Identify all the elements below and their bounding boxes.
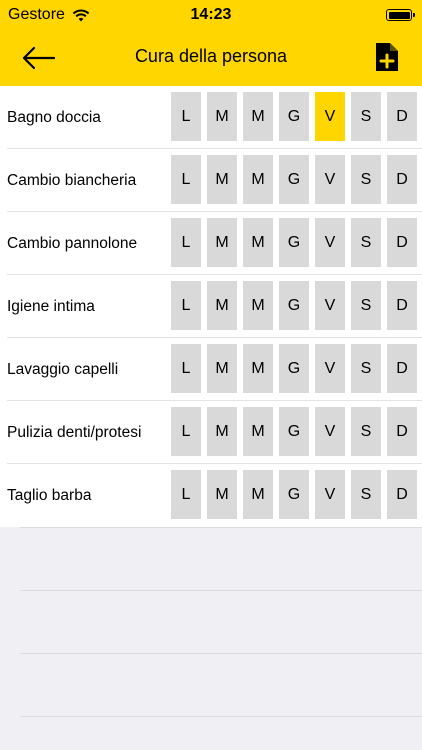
day-button[interactable]: L — [171, 344, 201, 393]
activity-label: Pulizia denti/protesi — [7, 424, 142, 441]
day-button[interactable]: M — [243, 155, 273, 204]
day-button[interactable]: G — [279, 407, 309, 456]
day-button[interactable]: S — [351, 218, 381, 267]
day-button[interactable]: G — [279, 281, 309, 330]
day-button[interactable]: V — [315, 92, 345, 141]
empty-separator — [20, 716, 422, 717]
day-selector: LMMGVSD — [171, 155, 417, 204]
day-button[interactable]: L — [171, 281, 201, 330]
day-button[interactable]: G — [279, 470, 309, 519]
day-selector: LMMGVSD — [171, 407, 417, 456]
list-item: Cambio pannolone L M M G V S D — [0, 212, 422, 275]
list-item: Taglio barba L M M G V S D — [0, 464, 422, 527]
day-button[interactable]: D — [387, 344, 417, 393]
empty-separator — [20, 527, 422, 528]
status-time: 14:23 — [190, 6, 232, 23]
day-selector: LMMGVSD — [171, 218, 417, 267]
empty-separator — [20, 590, 422, 591]
day-button[interactable]: L — [171, 407, 201, 456]
day-button[interactable]: M — [243, 92, 273, 141]
day-button[interactable]: L — [171, 470, 201, 519]
day-button[interactable]: V — [315, 407, 345, 456]
day-button[interactable]: G — [279, 218, 309, 267]
day-button[interactable]: M — [207, 470, 237, 519]
activity-label: Igiene intima — [7, 298, 95, 315]
activity-list: Bagno doccia L M M G V S D Cambio biancheria L M M G… — [0, 86, 422, 527]
day-button[interactable]: S — [351, 344, 381, 393]
list-item: Pulizia denti/protesi L M M G V S D — [0, 401, 422, 464]
day-button[interactable]: S — [351, 470, 381, 519]
nav-bar: Cura della persona — [0, 30, 422, 86]
empty-list-area — [0, 527, 422, 750]
day-selector: LMMGVSD — [171, 344, 417, 393]
day-button[interactable]: V — [315, 470, 345, 519]
day-button[interactable]: M — [243, 218, 273, 267]
day-button[interactable]: D — [387, 407, 417, 456]
day-selector: LMMGVSD — [171, 470, 417, 519]
day-button[interactable]: D — [387, 281, 417, 330]
day-button[interactable]: V — [315, 344, 345, 393]
day-button[interactable]: M — [243, 281, 273, 330]
day-button[interactable]: M — [207, 92, 237, 141]
list-item: Bagno doccia L M M G V S D — [0, 86, 422, 149]
empty-separator — [20, 653, 422, 654]
add-document-icon — [376, 43, 398, 71]
day-button[interactable]: M — [207, 218, 237, 267]
day-button[interactable]: M — [207, 407, 237, 456]
day-button[interactable]: M — [207, 344, 237, 393]
activity-label: Taglio barba — [7, 487, 92, 504]
day-button[interactable]: L — [171, 155, 201, 204]
day-button[interactable]: D — [387, 470, 417, 519]
status-bar: Gestore 14:23 — [0, 0, 422, 30]
list-item: Igiene intima L M M G V S D — [0, 275, 422, 338]
day-selector: LMMGVSD — [171, 281, 417, 330]
day-button[interactable]: M — [243, 344, 273, 393]
day-button[interactable]: V — [315, 218, 345, 267]
day-button[interactable]: S — [351, 155, 381, 204]
day-button[interactable]: G — [279, 155, 309, 204]
day-button[interactable]: D — [387, 218, 417, 267]
day-button[interactable]: V — [315, 155, 345, 204]
day-button[interactable]: S — [351, 407, 381, 456]
day-button[interactable]: M — [243, 407, 273, 456]
activity-label: Bagno doccia — [7, 109, 101, 126]
day-button[interactable]: D — [387, 92, 417, 141]
day-button[interactable]: G — [279, 344, 309, 393]
activity-label: Lavaggio capelli — [7, 361, 119, 378]
day-button[interactable]: M — [243, 470, 273, 519]
page-title: Cura della persona — [134, 46, 288, 66]
day-button[interactable]: V — [315, 281, 345, 330]
activity-label: Cambio pannolone — [7, 235, 138, 252]
battery-icon — [386, 9, 415, 21]
day-button[interactable]: G — [279, 92, 309, 141]
list-item: Lavaggio capelli L M M G V S D — [0, 338, 422, 401]
day-button[interactable]: D — [387, 155, 417, 204]
day-button[interactable]: L — [171, 218, 201, 267]
day-button[interactable]: S — [351, 92, 381, 141]
day-button[interactable]: L — [171, 92, 201, 141]
day-selector: LMMGVSD — [171, 92, 417, 141]
add-document-button[interactable] — [374, 41, 400, 73]
day-button[interactable]: M — [207, 281, 237, 330]
day-button[interactable]: S — [351, 281, 381, 330]
day-button[interactable]: M — [207, 155, 237, 204]
activity-label: Cambio biancheria — [7, 172, 137, 189]
list-item: Cambio biancheria L M M G V S D — [0, 149, 422, 212]
